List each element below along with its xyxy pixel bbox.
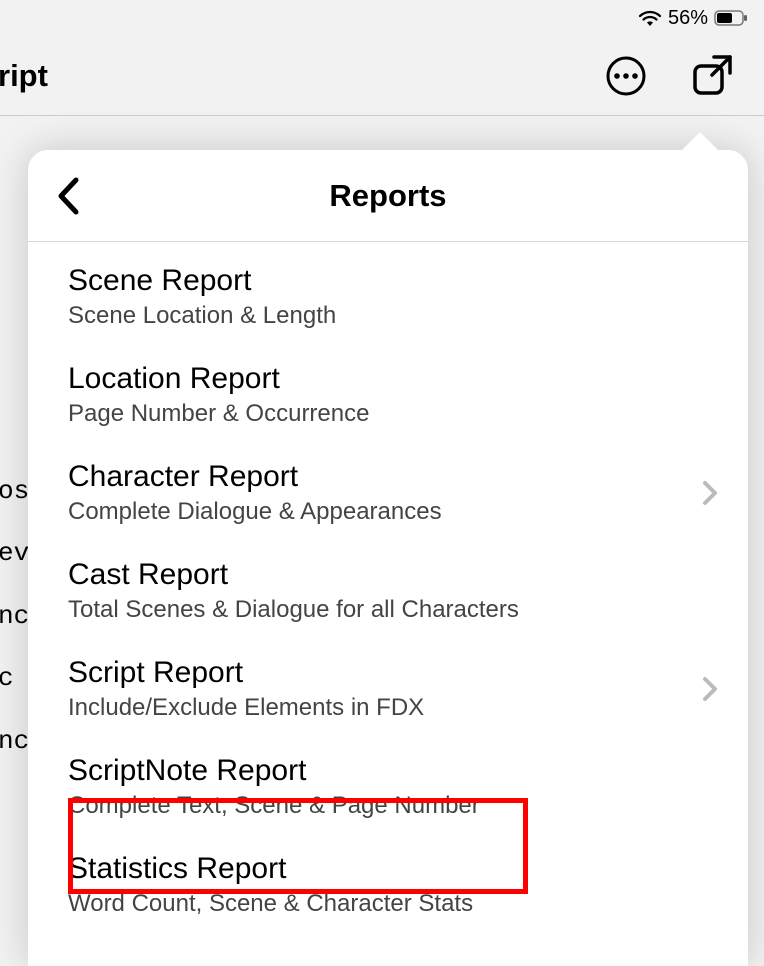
reports-popover: Reports Scene Report Scene Location & Le…: [28, 150, 748, 966]
report-title: Scene Report: [68, 264, 336, 298]
report-title: Cast Report: [68, 558, 519, 592]
report-item-scene[interactable]: Scene Report Scene Location & Length: [28, 248, 748, 346]
report-item-cast[interactable]: Cast Report Total Scenes & Dialogue for …: [28, 542, 748, 640]
battery-icon: [714, 10, 748, 26]
status-bar: 56%: [0, 0, 764, 36]
top-bar: ript: [0, 36, 764, 116]
report-subtitle: Total Scenes & Dialogue for all Characte…: [68, 596, 519, 624]
page-title: ript: [0, 58, 48, 94]
popover-header: Reports: [28, 150, 748, 242]
top-bar-actions: [604, 53, 734, 99]
popover-title: Reports: [28, 178, 748, 214]
report-subtitle: Complete Dialogue & Appearances: [68, 498, 442, 526]
wifi-icon: [638, 9, 662, 27]
back-button[interactable]: [46, 174, 90, 218]
report-subtitle: Page Number & Occurrence: [68, 400, 369, 428]
chevron-right-icon: [702, 480, 718, 506]
report-list: Scene Report Scene Location & Length Loc…: [28, 242, 748, 934]
battery-percent-label: 56%: [668, 7, 708, 30]
popover-arrow: [682, 132, 718, 150]
report-item-scriptnote[interactable]: ScriptNote Report Complete Text, Scene &…: [28, 738, 748, 836]
share-icon[interactable]: [688, 53, 734, 99]
report-subtitle: Scene Location & Length: [68, 302, 336, 330]
report-subtitle: Include/Exclude Elements in FDX: [68, 694, 424, 722]
report-title: Character Report: [68, 460, 442, 494]
report-item-location[interactable]: Location Report Page Number & Occurrence: [28, 346, 748, 444]
report-subtitle: Complete Text, Scene & Page Number: [68, 792, 480, 820]
report-title: ScriptNote Report: [68, 754, 480, 788]
report-item-statistics[interactable]: Statistics Report Word Count, Scene & Ch…: [28, 836, 748, 934]
more-icon[interactable]: [604, 54, 648, 98]
report-item-script[interactable]: Script Report Include/Exclude Elements i…: [28, 640, 748, 738]
report-title: Script Report: [68, 656, 424, 690]
report-title: Location Report: [68, 362, 369, 396]
report-item-character[interactable]: Character Report Complete Dialogue & App…: [28, 444, 748, 542]
report-title: Statistics Report: [68, 852, 473, 886]
report-subtitle: Word Count, Scene & Character Stats: [68, 890, 473, 918]
chevron-right-icon: [702, 676, 718, 702]
background-text: os ev nc c nc: [0, 460, 29, 772]
